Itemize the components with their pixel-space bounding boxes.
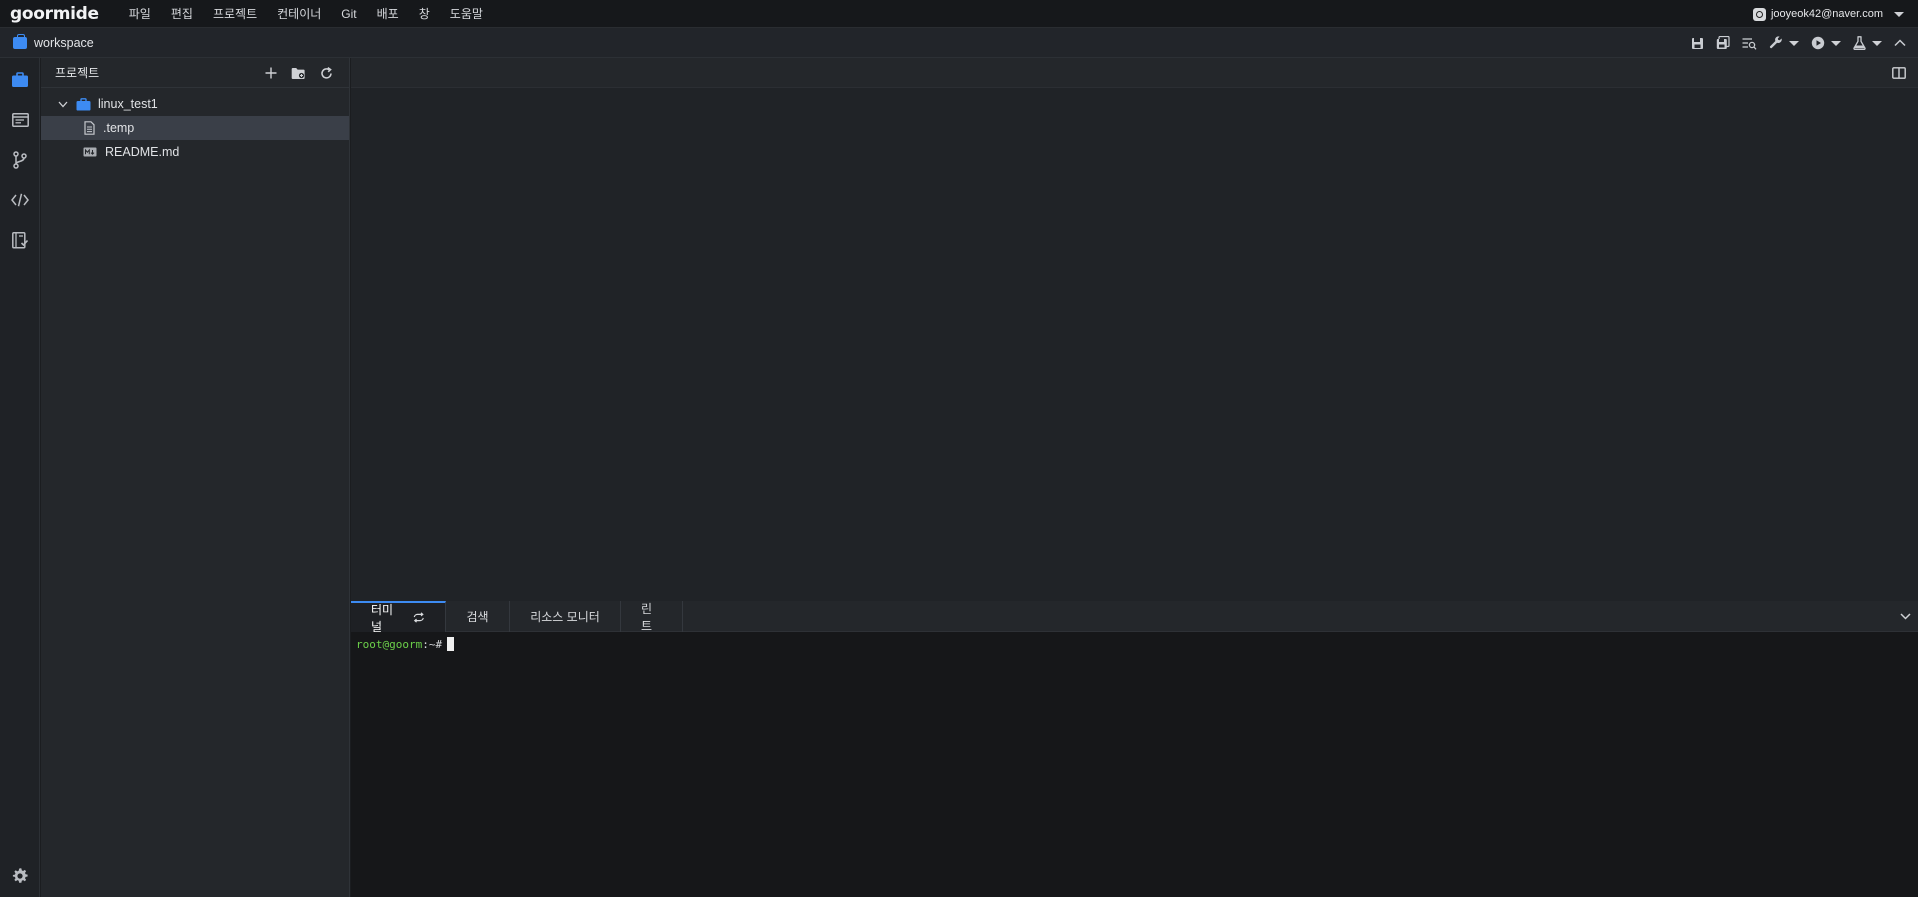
- tree-item-label: .temp: [103, 121, 135, 135]
- menu-edit[interactable]: 편집: [161, 5, 203, 22]
- chevron-down-icon: [1789, 40, 1799, 46]
- terminal-prompt-user: root@goorm: [356, 637, 423, 651]
- menu-file[interactable]: 파일: [119, 5, 161, 22]
- save-all-button[interactable]: [1716, 36, 1730, 50]
- terminal[interactable]: root@goorm :~#: [351, 632, 1918, 656]
- tree-item-label: linux_test1: [98, 97, 158, 111]
- tab-lint[interactable]: 린트: [621, 601, 683, 633]
- code-icon: [11, 193, 29, 207]
- outline-button[interactable]: [8, 108, 32, 132]
- reconnect-icon[interactable]: [413, 612, 425, 623]
- tree-item-label: README.md: [105, 145, 180, 159]
- terminal-cursor: [447, 637, 455, 651]
- terminal-prompt-symbol: :~#: [422, 637, 443, 651]
- tree-item-file[interactable]: README.md: [41, 140, 349, 164]
- new-folder-icon[interactable]: [291, 67, 306, 80]
- tools-dropdown[interactable]: [1769, 36, 1799, 50]
- settings-button[interactable]: [8, 864, 32, 888]
- run-dropdown[interactable]: [1811, 36, 1841, 50]
- editor-area[interactable]: [351, 58, 1918, 601]
- save-button[interactable]: [1691, 37, 1704, 50]
- tree-item-folder[interactable]: linux_test1: [41, 92, 349, 116]
- collapse-toolbar-button[interactable]: [1894, 39, 1906, 47]
- checklist-icon: [11, 231, 28, 249]
- markdown-icon: [83, 147, 97, 157]
- save-all-icon: [1716, 36, 1730, 49]
- user-icon: [1752, 7, 1766, 21]
- briefcase-icon: [12, 72, 28, 87]
- wrench-icon: [1769, 36, 1782, 49]
- toolbar: workspace: [0, 28, 1918, 58]
- chevron-down-icon: [1872, 40, 1882, 46]
- checklist-button[interactable]: [8, 228, 32, 252]
- briefcase-icon: [13, 33, 27, 49]
- toolbar-actions: [1691, 28, 1906, 58]
- project-explorer-button[interactable]: [8, 68, 32, 92]
- file-tree: linux_test1 .temp README.md: [41, 88, 349, 164]
- chevron-up-icon: [1894, 39, 1906, 47]
- chevron-down-icon: [1894, 11, 1904, 17]
- tab-label: 터미널: [371, 602, 394, 634]
- test-dropdown[interactable]: [1853, 36, 1882, 50]
- sidebar-actions: [265, 58, 333, 88]
- gear-icon: [12, 868, 28, 883]
- tree-item-file[interactable]: .temp: [41, 116, 349, 140]
- split-view-icon[interactable]: [1892, 67, 1906, 79]
- tab-terminal[interactable]: 터미널: [351, 601, 446, 634]
- menu-help[interactable]: 도움말: [440, 5, 493, 22]
- sidebar-title: 프로젝트: [55, 66, 100, 80]
- flask-icon: [1853, 36, 1866, 50]
- bottom-panel: 터미널 검색 리소스 모니터 린트 root@goorm :~#: [351, 601, 1918, 897]
- git-branch-icon: [13, 151, 27, 169]
- menu-project[interactable]: 프로젝트: [203, 5, 267, 22]
- chevron-down-icon: [58, 101, 68, 107]
- menu-deploy[interactable]: 배포: [367, 5, 409, 22]
- panel-tabs: 터미널 검색 리소스 모니터 린트: [351, 601, 1918, 634]
- user-email: jooyeok42@naver.com: [1770, 8, 1883, 20]
- menu-window[interactable]: 창: [409, 5, 440, 22]
- activity-bar: [0, 58, 40, 897]
- briefcase-icon: [76, 97, 91, 110]
- menu-git[interactable]: Git: [331, 7, 366, 21]
- user-menu[interactable]: jooyeok42@naver.com: [1752, 0, 1904, 28]
- tab-search[interactable]: 검색: [446, 601, 510, 632]
- workspace-label: workspace: [34, 35, 94, 50]
- tab-resource-monitor[interactable]: 리소스 모니터: [510, 601, 621, 632]
- find-replace-button[interactable]: [1742, 37, 1757, 50]
- menu-container[interactable]: 컨테이너: [267, 5, 331, 22]
- file-icon: [84, 121, 95, 135]
- window-list-icon: [11, 113, 29, 127]
- find-list-icon: [1742, 37, 1757, 50]
- save-icon: [1692, 37, 1703, 49]
- editor-tabbar: [351, 58, 1918, 88]
- chevron-down-icon[interactable]: [1900, 613, 1911, 620]
- chevron-down-icon: [1831, 40, 1841, 46]
- menu-bar: goormide 파일 편집 프로젝트 컨테이너 Git 배포 창 도움말 jo…: [0, 0, 1918, 28]
- app-logo[interactable]: goormide: [0, 4, 119, 24]
- play-circle-icon: [1811, 36, 1825, 50]
- add-icon[interactable]: [265, 67, 277, 79]
- project-sidebar: 프로젝트 linux_test1 .temp README.md: [41, 58, 350, 897]
- git-button[interactable]: [8, 148, 32, 172]
- refresh-icon[interactable]: [320, 66, 333, 80]
- code-button[interactable]: [8, 188, 32, 212]
